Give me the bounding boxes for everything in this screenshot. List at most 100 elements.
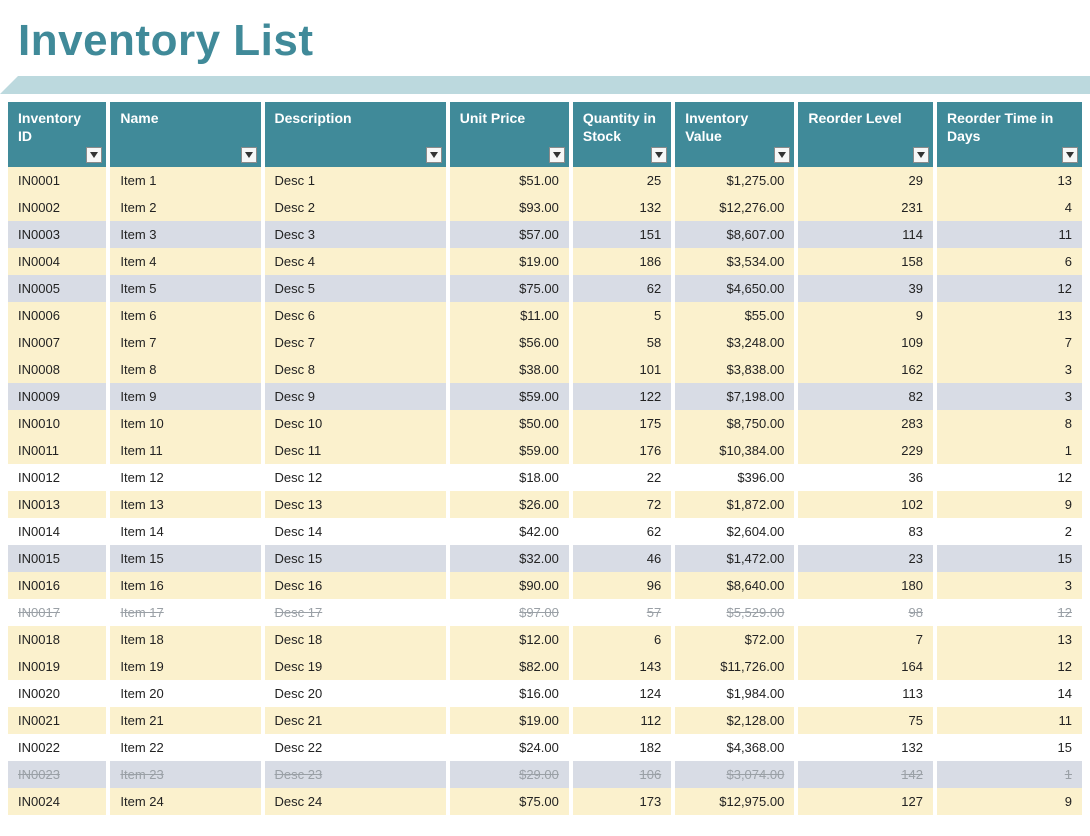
cell-name: Item 19	[110, 653, 260, 680]
cell-desc: Desc 20	[265, 680, 446, 707]
column-header-qty[interactable]: Quantity in Stock	[573, 102, 671, 167]
cell-qty: 22	[573, 464, 671, 491]
cell-name: Item 13	[110, 491, 260, 518]
cell-qty: 25	[573, 167, 671, 194]
cell-id: IN0003	[8, 221, 106, 248]
table-row[interactable]: IN0010Item 10Desc 10$50.00175$8,750.0028…	[8, 410, 1082, 437]
cell-days: 3	[937, 572, 1082, 599]
cell-name: Item 18	[110, 626, 260, 653]
column-header-name[interactable]: Name	[110, 102, 260, 167]
cell-name: Item 4	[110, 248, 260, 275]
table-row[interactable]: IN0017Item 17Desc 17$97.0057$5,529.00981…	[8, 599, 1082, 626]
table-row[interactable]: IN0003Item 3Desc 3$57.00151$8,607.001141…	[8, 221, 1082, 248]
cell-id: IN0024	[8, 788, 106, 815]
cell-id: IN0010	[8, 410, 106, 437]
cell-name: Item 24	[110, 788, 260, 815]
cell-val: $2,604.00	[675, 518, 794, 545]
table-row[interactable]: IN0009Item 9Desc 9$59.00122$7,198.00823	[8, 383, 1082, 410]
column-header-desc[interactable]: Description	[265, 102, 446, 167]
cell-re: 98	[798, 599, 933, 626]
table-row[interactable]: IN0007Item 7Desc 7$56.0058$3,248.001097	[8, 329, 1082, 356]
filter-dropdown-icon[interactable]	[774, 147, 790, 163]
cell-price: $75.00	[450, 275, 569, 302]
cell-re: 82	[798, 383, 933, 410]
cell-id: IN0018	[8, 626, 106, 653]
table-row[interactable]: IN0006Item 6Desc 6$11.005$55.00913	[8, 302, 1082, 329]
cell-id: IN0002	[8, 194, 106, 221]
cell-qty: 101	[573, 356, 671, 383]
cell-qty: 106	[573, 761, 671, 788]
cell-val: $11,726.00	[675, 653, 794, 680]
table-row[interactable]: IN0013Item 13Desc 13$26.0072$1,872.00102…	[8, 491, 1082, 518]
filter-dropdown-icon[interactable]	[913, 147, 929, 163]
table-row[interactable]: IN0008Item 8Desc 8$38.00101$3,838.001623	[8, 356, 1082, 383]
table-row[interactable]: IN0021Item 21Desc 21$19.00112$2,128.0075…	[8, 707, 1082, 734]
table-row[interactable]: IN0024Item 24Desc 24$75.00173$12,975.001…	[8, 788, 1082, 815]
table-row[interactable]: IN0011Item 11Desc 11$59.00176$10,384.002…	[8, 437, 1082, 464]
cell-qty: 112	[573, 707, 671, 734]
table-row[interactable]: IN0016Item 16Desc 16$90.0096$8,640.00180…	[8, 572, 1082, 599]
cell-id: IN0016	[8, 572, 106, 599]
filter-dropdown-icon[interactable]	[241, 147, 257, 163]
cell-qty: 175	[573, 410, 671, 437]
table-row[interactable]: IN0015Item 15Desc 15$32.0046$1,472.00231…	[8, 545, 1082, 572]
inventory-table: Inventory ID Name DescriptionUnit Price Qua…	[4, 102, 1086, 815]
cell-days: 9	[937, 788, 1082, 815]
filter-dropdown-icon[interactable]	[549, 147, 565, 163]
cell-id: IN0007	[8, 329, 106, 356]
cell-re: 164	[798, 653, 933, 680]
cell-days: 13	[937, 626, 1082, 653]
cell-qty: 96	[573, 572, 671, 599]
column-header-val[interactable]: Inventory Value	[675, 102, 794, 167]
column-header-days[interactable]: Reorder Time in Days	[937, 102, 1082, 167]
column-header-price[interactable]: Unit Price	[450, 102, 569, 167]
cell-name: Item 17	[110, 599, 260, 626]
column-header-label: Name	[120, 110, 158, 126]
cell-qty: 186	[573, 248, 671, 275]
column-header-label: Inventory Value	[685, 110, 748, 144]
cell-id: IN0015	[8, 545, 106, 572]
table-row[interactable]: IN0004Item 4Desc 4$19.00186$3,534.001586	[8, 248, 1082, 275]
cell-id: IN0022	[8, 734, 106, 761]
cell-qty: 46	[573, 545, 671, 572]
cell-desc: Desc 9	[265, 383, 446, 410]
cell-name: Item 22	[110, 734, 260, 761]
cell-re: 283	[798, 410, 933, 437]
cell-desc: Desc 12	[265, 464, 446, 491]
cell-val: $3,074.00	[675, 761, 794, 788]
column-header-label: Quantity in Stock	[583, 110, 656, 144]
filter-dropdown-icon[interactable]	[426, 147, 442, 163]
cell-days: 2	[937, 518, 1082, 545]
table-row[interactable]: IN0018Item 18Desc 18$12.006$72.00713	[8, 626, 1082, 653]
cell-price: $24.00	[450, 734, 569, 761]
table-row[interactable]: IN0023Item 23Desc 23$29.00106$3,074.0014…	[8, 761, 1082, 788]
cell-desc: Desc 7	[265, 329, 446, 356]
table-row[interactable]: IN0022Item 22Desc 22$24.00182$4,368.0013…	[8, 734, 1082, 761]
table-row[interactable]: IN0019Item 19Desc 19$82.00143$11,726.001…	[8, 653, 1082, 680]
table-row[interactable]: IN0020Item 20Desc 20$16.00124$1,984.0011…	[8, 680, 1082, 707]
cell-days: 13	[937, 167, 1082, 194]
cell-name: Item 14	[110, 518, 260, 545]
cell-qty: 124	[573, 680, 671, 707]
cell-days: 11	[937, 221, 1082, 248]
filter-dropdown-icon[interactable]	[651, 147, 667, 163]
cell-price: $93.00	[450, 194, 569, 221]
cell-id: IN0011	[8, 437, 106, 464]
cell-id: IN0023	[8, 761, 106, 788]
cell-qty: 143	[573, 653, 671, 680]
cell-qty: 58	[573, 329, 671, 356]
table-row[interactable]: IN0001Item 1Desc 1$51.0025$1,275.002913	[8, 167, 1082, 194]
filter-dropdown-icon[interactable]	[1062, 147, 1078, 163]
filter-dropdown-icon[interactable]	[86, 147, 102, 163]
table-row[interactable]: IN0012Item 12Desc 12$18.0022$396.003612	[8, 464, 1082, 491]
column-header-re[interactable]: Reorder Level	[798, 102, 933, 167]
table-row[interactable]: IN0005Item 5Desc 5$75.0062$4,650.003912	[8, 275, 1082, 302]
cell-price: $57.00	[450, 221, 569, 248]
table-row[interactable]: IN0002Item 2Desc 2$93.00132$12,276.00231…	[8, 194, 1082, 221]
table-row[interactable]: IN0014Item 14Desc 14$42.0062$2,604.00832	[8, 518, 1082, 545]
cell-re: 7	[798, 626, 933, 653]
column-header-id[interactable]: Inventory ID	[8, 102, 106, 167]
cell-name: Item 3	[110, 221, 260, 248]
table-body: IN0001Item 1Desc 1$51.0025$1,275.002913I…	[8, 167, 1082, 815]
cell-val: $7,198.00	[675, 383, 794, 410]
